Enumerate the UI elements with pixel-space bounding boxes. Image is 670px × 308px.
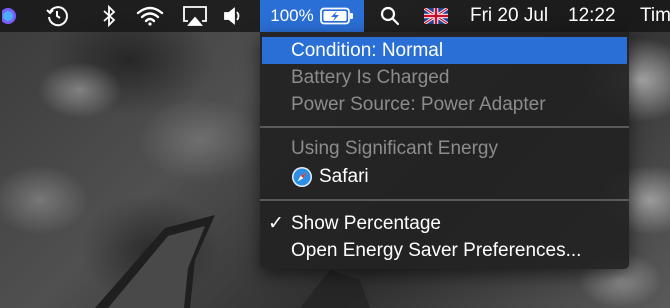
menu-separator [260,126,629,128]
menubar-user-name[interactable]: Tim [640,0,670,32]
power-source-label: Power Source: Power Adapter [291,93,546,115]
bluetooth-icon[interactable] [98,0,120,32]
menu-item-open-energy-prefs[interactable]: Open Energy Saver Preferences... [260,237,629,264]
energy-header-label: Using Significant Energy [291,137,498,159]
charged-status-label: Battery Is Charged [291,66,450,88]
volume-icon[interactable] [222,0,246,32]
battery-dropdown-menu: Condition: Normal Battery Is Charged Pow… [260,32,629,269]
menu-item-power-source: Power Source: Power Adapter [260,91,629,118]
safari-icon [292,166,312,187]
battery-status-button[interactable]: 100% [260,0,364,32]
battery-charging-icon [319,7,353,25]
wifi-icon[interactable] [134,0,166,32]
battery-percent-label: 100% [270,6,314,25]
menu-item-energy-header: Using Significant Energy [260,135,629,162]
condition-label: Condition: Normal [291,39,444,61]
menu-item-charged-status: Battery Is Charged [260,64,629,91]
uk-flag-icon[interactable] [422,0,450,32]
menu-item-show-percentage[interactable]: ✓ Show Percentage [260,210,629,237]
show-percentage-label: Show Percentage [291,212,441,234]
airplay-icon[interactable] [180,0,210,32]
checkmark-icon: ✓ [268,213,284,234]
open-energy-prefs-label: Open Energy Saver Preferences... [291,239,582,261]
menu-item-safari[interactable]: Safari [260,163,629,190]
menu-item-condition[interactable]: Condition: Normal [262,37,627,64]
spotlight-search-icon[interactable] [378,0,402,32]
menubar-clock[interactable]: 12:22 [568,0,624,32]
safari-label: Safari [319,165,369,187]
menu-bar: 100% Fri 20 Jul 12:22 Tim [0,0,670,32]
menu-separator [260,199,629,201]
siri-icon[interactable] [0,0,22,32]
menubar-date[interactable]: Fri 20 Jul [470,0,562,32]
time-machine-icon[interactable] [42,0,72,32]
